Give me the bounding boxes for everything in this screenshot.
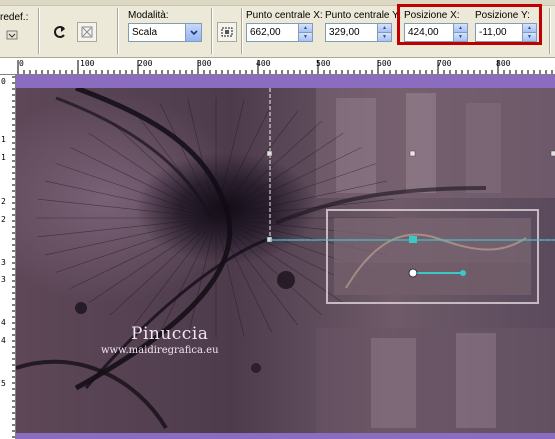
toolbar-separator — [211, 8, 213, 54]
texture-streak — [215, 120, 323, 219]
cancel-icon[interactable] — [77, 22, 97, 42]
reset-icon[interactable] — [50, 22, 70, 42]
artwork-texture — [16, 88, 555, 433]
ruler-label: 3 — [1, 258, 6, 267]
texture-streak — [215, 110, 298, 219]
watermark-url: www.maidiregrafica.eu — [101, 345, 219, 356]
center-x-field[interactable]: 662,00 ▲ ▼ — [246, 23, 313, 42]
toolbar-separator — [241, 8, 243, 54]
app-window: redef.: Modalità: Scala Punto centrale X… — [0, 0, 555, 439]
toolbar-separator — [549, 8, 551, 54]
ruler-label: 200 — [138, 59, 153, 68]
preset-label: redef.: — [0, 12, 29, 23]
spin-up-icon[interactable]: ▲ — [299, 24, 312, 32]
spin-down-icon[interactable]: ▼ — [299, 32, 312, 41]
texture-streak — [38, 217, 217, 238]
mode-label: Modalità: — [128, 10, 169, 21]
texture-streak — [44, 217, 217, 256]
center-x-value: 662,00 — [250, 27, 281, 38]
ruler-label: 2 — [1, 215, 6, 224]
ruler-label: 1 — [1, 153, 6, 162]
texture-streak — [215, 198, 394, 219]
texture-streak — [215, 217, 344, 304]
ruler-label: 5 — [1, 379, 6, 388]
texture-streak — [215, 99, 245, 219]
tool-options-toolbar: redef.: Modalità: Scala Punto centrale X… — [0, 0, 555, 58]
ruler-label: 800 — [496, 59, 511, 68]
ruler-label: 100 — [80, 59, 95, 68]
toolbar-separator — [117, 8, 119, 54]
ruler-label: 0 — [1, 77, 6, 86]
watermark-title: Pinuccia — [131, 324, 209, 344]
center-y-field[interactable]: 329,00 ▲ ▼ — [325, 23, 392, 42]
horizontal-ruler[interactable]: 0 100 200 300 400 500 600 700 800 — [0, 58, 555, 75]
mode-select-value: Scala — [132, 27, 158, 38]
texture-streak — [38, 198, 217, 219]
center-x-spinner[interactable]: ▲ ▼ — [298, 24, 312, 41]
ruler-label: 4 — [1, 318, 6, 327]
position-highlight-box — [397, 4, 542, 45]
texture-streak — [134, 217, 217, 326]
spin-up-icon[interactable]: ▲ — [378, 24, 391, 32]
texture-streak — [70, 217, 217, 289]
ruler-label: 600 — [377, 59, 392, 68]
spin-down-icon[interactable]: ▼ — [378, 32, 391, 41]
chevron-down-icon[interactable] — [185, 24, 201, 41]
ruler-label: 400 — [256, 59, 271, 68]
mode-select[interactable]: Scala — [128, 23, 202, 42]
ruler-label: 3 — [1, 275, 6, 284]
center-y-value: 329,00 — [329, 27, 360, 38]
ruler-label: 300 — [197, 59, 212, 68]
texture-streak — [215, 217, 272, 333]
center-y-label: Punto centrale Y: — [325, 10, 401, 21]
perspective-mode-icon[interactable] — [217, 22, 237, 42]
texture-streak — [88, 132, 217, 219]
ruler-label: 4 — [1, 336, 6, 345]
ruler-label: 2 — [1, 197, 6, 206]
center-x-label: Punto centrale X: — [246, 10, 323, 21]
ruler-label: 0 — [19, 59, 24, 68]
texture-streak — [160, 217, 217, 333]
texture-streak — [160, 103, 217, 219]
ruler-label: 700 — [437, 59, 452, 68]
center-y-spinner[interactable]: ▲ ▼ — [377, 24, 391, 41]
ruler-label: 1 — [1, 135, 6, 144]
preset-dropdown-icon[interactable] — [3, 26, 21, 44]
texture-streak — [88, 217, 217, 304]
vertical-ruler[interactable]: 0 1 1 2 2 3 3 4 4 5 — [0, 75, 16, 439]
toolbar-separator — [38, 8, 40, 54]
ruler-label: 500 — [316, 59, 331, 68]
texture-streak — [109, 120, 217, 219]
image-canvas[interactable]: Pinuccia www.maidiregrafica.eu — [16, 75, 555, 439]
artwork-image: Pinuccia www.maidiregrafica.eu — [16, 88, 555, 433]
